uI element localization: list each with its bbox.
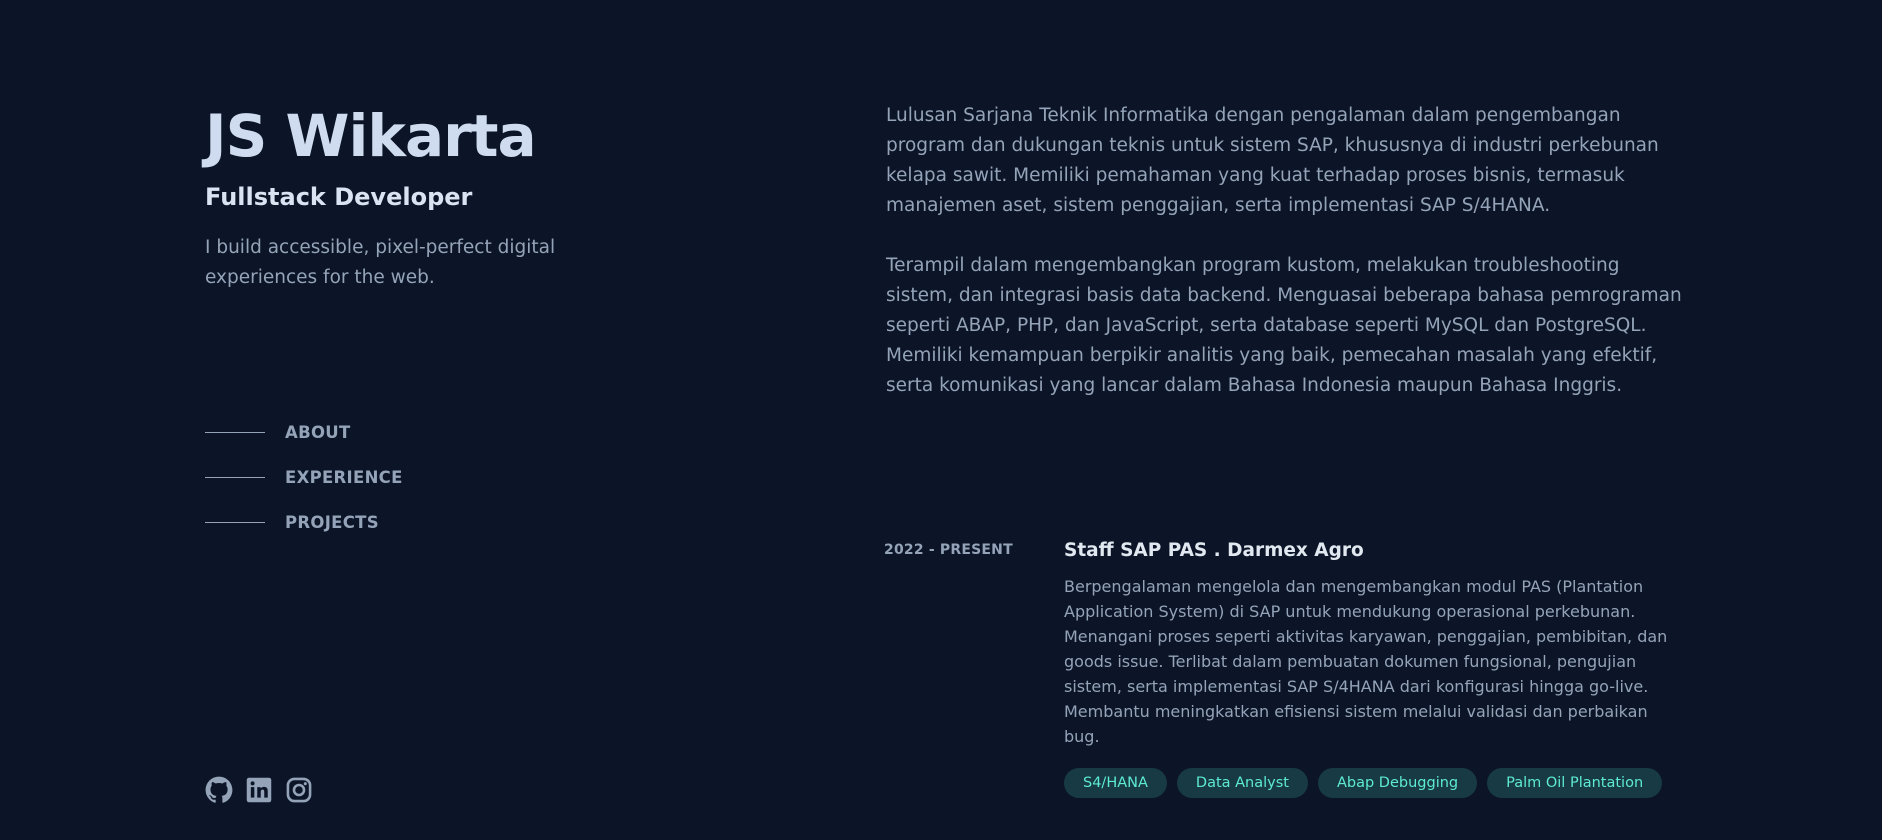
section-nav: ABOUT EXPERIENCE PROJECTS [205, 410, 403, 545]
experience-body: Staff SAP PAS . Darmex Agro Berpengalama… [1064, 536, 1686, 798]
nav-item-label: ABOUT [285, 423, 351, 442]
nav-item-label: PROJECTS [285, 513, 379, 532]
nav-item-experience[interactable]: EXPERIENCE [205, 455, 403, 500]
nav-indicator-line [205, 477, 265, 478]
skill-tag: Abap Debugging [1317, 768, 1478, 798]
nav-indicator-line [205, 522, 265, 523]
skill-tags: S4/HANA Data Analyst Abap Debugging Palm… [1064, 768, 1686, 798]
instagram-icon[interactable] [285, 776, 313, 804]
profile-tagline: I build accessible, pixel-perfect digita… [205, 237, 556, 288]
skill-tag: Palm Oil Plantation [1487, 768, 1663, 798]
nav-item-about[interactable]: ABOUT [205, 410, 403, 455]
experience-period: 2022 - PRESENT [884, 542, 1013, 558]
skill-tag: S4/HANA [1064, 768, 1167, 798]
profile-sidebar: JS Wikarta Fullstack Developer I build a… [205, 0, 765, 840]
linkedin-icon[interactable] [245, 776, 273, 804]
about-paragraph: Terampil dalam mengembangkan program kus… [886, 255, 1682, 396]
nav-indicator-line [205, 432, 265, 433]
nav-item-label: EXPERIENCE [285, 468, 403, 487]
experience-description: Berpengalaman mengelola dan mengembangka… [1064, 577, 1668, 746]
profile-name[interactable]: JS Wikarta [205, 102, 537, 170]
social-links [205, 776, 313, 804]
nav-item-projects[interactable]: PROJECTS [205, 500, 403, 545]
github-icon[interactable] [205, 776, 233, 804]
about-paragraph: Lulusan Sarjana Teknik Informatika denga… [886, 105, 1659, 216]
experience-title[interactable]: Staff SAP PAS . Darmex Agro [1064, 536, 1686, 566]
page: JS Wikarta Fullstack Developer I build a… [0, 0, 1882, 840]
about-section: Lulusan Sarjana Teknik Informatika denga… [886, 101, 1686, 431]
skill-tag: Data Analyst [1176, 768, 1308, 798]
profile-role: Fullstack Developer [205, 183, 473, 211]
main-content: Lulusan Sarjana Teknik Informatika denga… [884, 0, 1686, 840]
